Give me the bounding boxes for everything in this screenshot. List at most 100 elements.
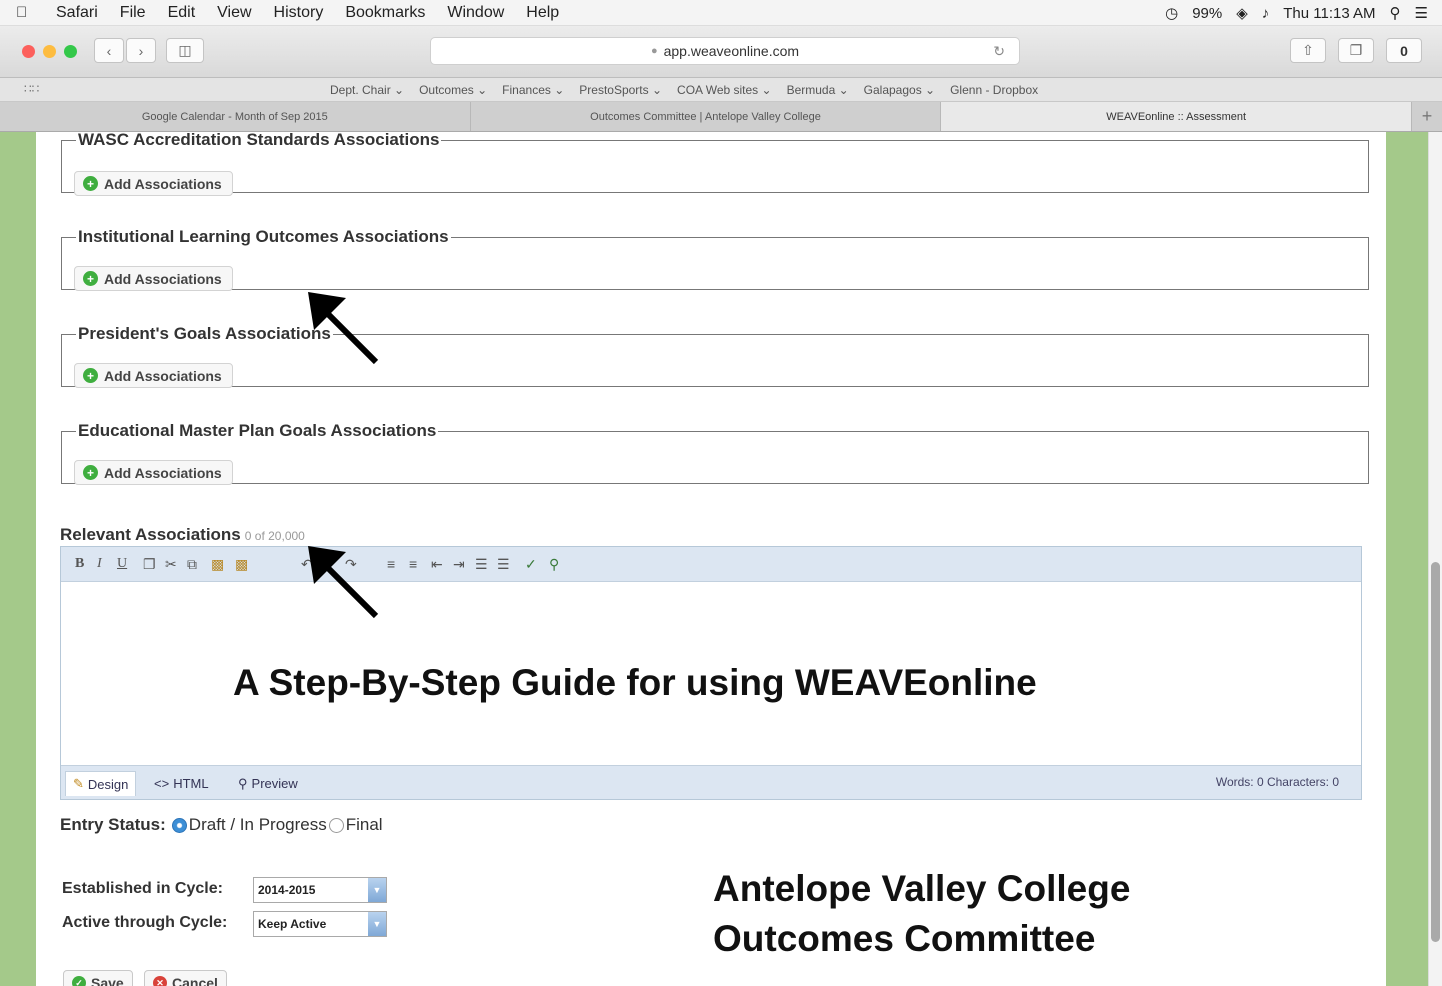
ordered-list-icon[interactable]: ☰ <box>475 556 488 573</box>
checkmark-icon: ✓ <box>72 976 86 986</box>
battery-level[interactable]: 99% <box>1192 5 1222 22</box>
back-icon[interactable]: ‹ <box>94 38 124 63</box>
bookmark-prestosports[interactable]: PrestoSports ⌄ <box>579 83 662 97</box>
add-associations-label: Add Associations <box>104 367 222 384</box>
relevant-associations-title: Relevant Associations <box>60 525 241 544</box>
html-tab-label: HTML <box>173 776 209 791</box>
final-option-label[interactable]: Final <box>346 815 383 835</box>
bookmark-glenn-dropbox[interactable]: Glenn - Dropbox <box>950 83 1038 97</box>
wifi-icon[interactable]: ◈ <box>1236 4 1248 22</box>
add-master-plan-goals-button[interactable]: + Add Associations <box>74 460 233 485</box>
minimize-window-icon[interactable] <box>43 45 56 58</box>
chevron-down-icon[interactable]: ▼ <box>368 878 386 902</box>
address-bar[interactable]: ● app.weaveonline.com ↻ <box>430 37 1020 65</box>
left-green-border <box>0 132 36 986</box>
wasc-associations-legend: WASC Accreditation Standards Association… <box>78 132 440 149</box>
menu-file[interactable]: File <box>120 4 146 22</box>
paste-text-icon[interactable]: ▩ <box>235 556 248 573</box>
bookmark-galapagos[interactable]: Galapagos ⌄ <box>864 83 935 97</box>
apple-icon[interactable]:  <box>16 4 34 21</box>
add-associations-label: Add Associations <box>104 464 222 481</box>
underline-icon[interactable]: U <box>117 556 127 572</box>
menu-safari[interactable]: Safari <box>56 4 98 22</box>
time-machine-icon[interactable]: ◷ <box>1165 4 1178 22</box>
chevron-down-icon[interactable]: ▼ <box>368 912 386 936</box>
paste-icon[interactable]: ▩ <box>211 556 224 573</box>
spellcheck-icon[interactable]: ✓ <box>525 556 537 573</box>
master-plan-goals-legend: Educational Master Plan Goals Associatio… <box>78 421 437 440</box>
magnifier-icon: ⚲ <box>238 775 248 791</box>
radio-draft[interactable] <box>171 817 187 833</box>
browser-toolbar: ‹ › ◫ ● app.weaveonline.com ↻ ⇧ ❐ 0 <box>0 26 1442 78</box>
add-presidents-goals-button[interactable]: + Add Associations <box>74 363 233 388</box>
pencil-icon: ✎ <box>73 776 84 791</box>
zoom-icon[interactable]: ⚲ <box>549 556 559 573</box>
align-left-icon[interactable]: ≡ <box>387 556 395 572</box>
italic-icon[interactable]: I <box>97 556 102 572</box>
entry-status-label: Entry Status: <box>60 815 166 834</box>
bookmark-outcomes[interactable]: Outcomes ⌄ <box>419 83 487 97</box>
new-tab-icon[interactable]: + <box>1412 102 1442 131</box>
align-center-icon[interactable]: ≡ <box>409 556 417 572</box>
tab-html[interactable]: <> HTML <box>147 771 216 796</box>
bookmark-coa-web-sites[interactable]: COA Web sites ⌄ <box>677 83 772 97</box>
tab-design[interactable]: ✎ Design <box>65 771 137 796</box>
tab-weaveonline[interactable]: WEAVEonline :: Assessment <box>941 102 1413 131</box>
clock[interactable]: Thu 11:13 AM <box>1283 5 1375 22</box>
bold-icon[interactable]: B <box>75 556 84 572</box>
forward-icon[interactable]: › <box>126 38 156 63</box>
bookmark-bermuda[interactable]: Bermuda ⌄ <box>787 83 849 97</box>
cut-icon[interactable]: ✂ <box>165 556 177 573</box>
share-icon[interactable]: ⇧ <box>1290 38 1326 63</box>
cancel-button[interactable]: ✕ Cancel <box>144 970 227 986</box>
active-cycle-label: Active through Cycle: <box>62 914 228 931</box>
menu-window[interactable]: Window <box>447 4 504 22</box>
save-button[interactable]: ✓ Save <box>63 970 133 986</box>
tab-preview[interactable]: ⚲ Preview <box>231 771 305 796</box>
menu-help[interactable]: Help <box>526 4 559 22</box>
active-cycle-select[interactable]: Keep Active ▼ <box>253 911 387 937</box>
bookmark-dept-chair[interactable]: Dept. Chair ⌄ <box>330 83 404 97</box>
sidebar-icon[interactable]: ◫ <box>166 38 204 63</box>
find-icon[interactable]: ❐ <box>143 556 156 573</box>
plus-icon: + <box>83 465 98 480</box>
copy-icon[interactable]: ⧉ <box>187 556 197 573</box>
outdent-icon[interactable]: ⇤ <box>431 556 443 573</box>
add-associations-label: Add Associations <box>104 270 222 287</box>
tab-outcomes-committee[interactable]: Outcomes Committee | Antelope Valley Col… <box>471 102 942 131</box>
scrollbar-thumb[interactable] <box>1431 562 1440 942</box>
spotlight-icon[interactable]: ⚲ <box>1390 4 1401 22</box>
add-ilo-associations-button[interactable]: + Add Associations <box>74 266 233 291</box>
cancel-label: Cancel <box>172 975 218 986</box>
bullet-list-icon[interactable]: ☰ <box>497 556 510 573</box>
entry-status-row: Entry Status: Draft / In Progress Final <box>60 815 383 835</box>
presidents-goals-legend: President's Goals Associations <box>78 324 331 343</box>
menu-edit[interactable]: Edit <box>168 4 196 22</box>
character-count: 0 of 20,000 <box>244 529 305 543</box>
draft-option-label[interactable]: Draft / In Progress <box>189 815 327 835</box>
top-sites-icon[interactable]: ∷∷ <box>24 82 39 96</box>
right-green-border <box>1386 132 1428 986</box>
reload-icon[interactable]: ↻ <box>993 43 1005 60</box>
bookmark-finances[interactable]: Finances ⌄ <box>502 83 564 97</box>
ilo-associations-legend: Institutional Learning Outcomes Associat… <box>78 227 449 246</box>
org-name-overlay: Antelope Valley College <box>713 868 1131 909</box>
indent-icon[interactable]: ⇥ <box>453 556 465 573</box>
extension-icon[interactable]: 0 <box>1386 38 1422 63</box>
close-window-icon[interactable] <box>22 45 35 58</box>
bookmarks-bar: ∷∷ Dept. Chair ⌄ Outcomes ⌄ Finances ⌄ P… <box>0 78 1442 102</box>
volume-icon[interactable]: ♪ <box>1262 5 1270 22</box>
add-wasc-associations-button[interactable]: + Add Associations <box>74 171 233 196</box>
menu-history[interactable]: History <box>274 4 324 22</box>
menu-view[interactable]: View <box>217 4 251 22</box>
radio-final[interactable] <box>328 817 344 833</box>
tabs-overview-icon[interactable]: ❐ <box>1338 38 1374 63</box>
zoom-window-icon[interactable] <box>64 45 77 58</box>
tab-google-calendar[interactable]: Google Calendar - Month of Sep 2015 <box>0 102 471 131</box>
editor-footer: ✎ Design <> HTML ⚲ Preview Words: 0 Char… <box>61 765 1361 799</box>
cancel-icon: ✕ <box>153 976 167 986</box>
save-label: Save <box>91 975 124 986</box>
menu-bookmarks[interactable]: Bookmarks <box>345 4 425 22</box>
established-cycle-select[interactable]: 2014-2015 ▼ <box>253 877 387 903</box>
notification-icon[interactable]: ☰ <box>1415 4 1428 22</box>
